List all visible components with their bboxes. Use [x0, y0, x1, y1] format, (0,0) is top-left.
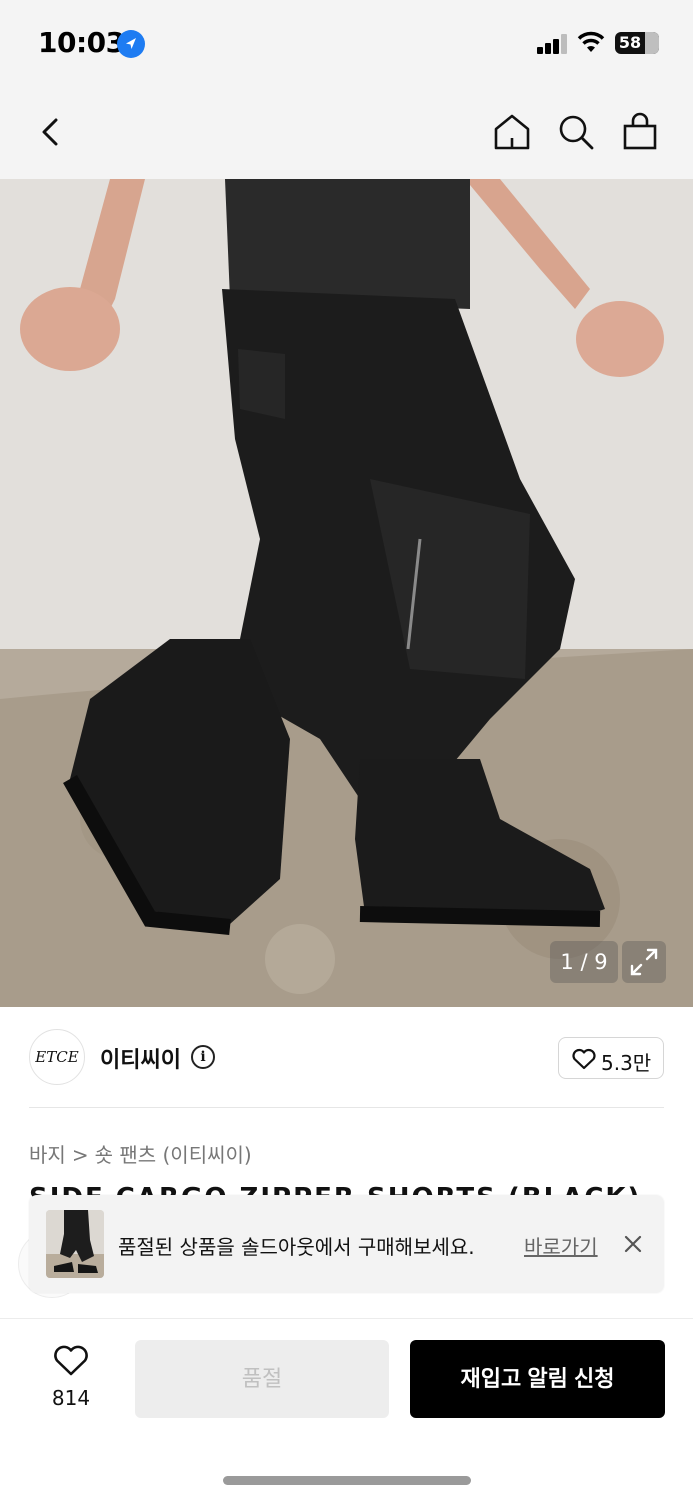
soldout-button[interactable]: 품절 [135, 1340, 389, 1418]
wifi-icon [576, 30, 606, 58]
breadcrumb-category[interactable]: 바지 [29, 1143, 66, 1167]
brand-like-count: 5.3만 [601, 1051, 652, 1075]
restock-alert-button[interactable]: 재입고 알림 신청 [410, 1340, 665, 1418]
close-icon[interactable] [620, 1231, 646, 1257]
breadcrumb-subcategory[interactable]: 숏 팬츠 (이티씨이) [95, 1143, 252, 1167]
back-icon[interactable] [30, 110, 74, 154]
expand-icon[interactable] [622, 941, 666, 983]
brand-logo[interactable]: ETCE [29, 1029, 85, 1085]
battery-level: 58 [618, 33, 642, 52]
status-time: 10:03 [38, 26, 125, 59]
brand-like-button[interactable]: 5.3만 [558, 1037, 664, 1079]
wishlist-count: 814 [51, 1386, 91, 1410]
search-icon[interactable] [554, 110, 598, 154]
divider [29, 1107, 664, 1108]
shopping-bag-icon[interactable] [618, 110, 662, 154]
info-icon[interactable]: i [191, 1045, 215, 1069]
home-icon[interactable] [490, 110, 534, 154]
brand-name[interactable]: 이티씨이 [100, 1042, 181, 1074]
soldout-toast: 품절된 상품을 솔드아웃에서 구매해보세요. 바로가기 [29, 1195, 664, 1293]
home-indicator[interactable] [223, 1476, 471, 1485]
heart-icon [572, 1048, 596, 1070]
chevron-right-icon: > [71, 1143, 89, 1167]
wishlist-button[interactable]: 814 [40, 1340, 102, 1418]
toast-message: 품절된 상품을 솔드아웃에서 구매해보세요. [118, 1235, 475, 1259]
status-bar: 10:03 58 [0, 0, 693, 88]
image-counter: 1 / 9 [550, 941, 618, 983]
location-arrow-icon [117, 30, 145, 58]
toast-product-thumbnail [46, 1210, 104, 1278]
heart-icon [54, 1345, 88, 1376]
battery-icon: 58 [615, 32, 659, 54]
product-image[interactable] [0, 179, 693, 1007]
cellular-signal-icon [537, 34, 569, 54]
toast-link[interactable]: 바로가기 [524, 1231, 598, 1260]
nav-bar [0, 88, 693, 179]
breadcrumb: 바지 > 숏 팬츠 (이티씨이) [29, 1139, 258, 1168]
bottom-divider [0, 1318, 693, 1319]
